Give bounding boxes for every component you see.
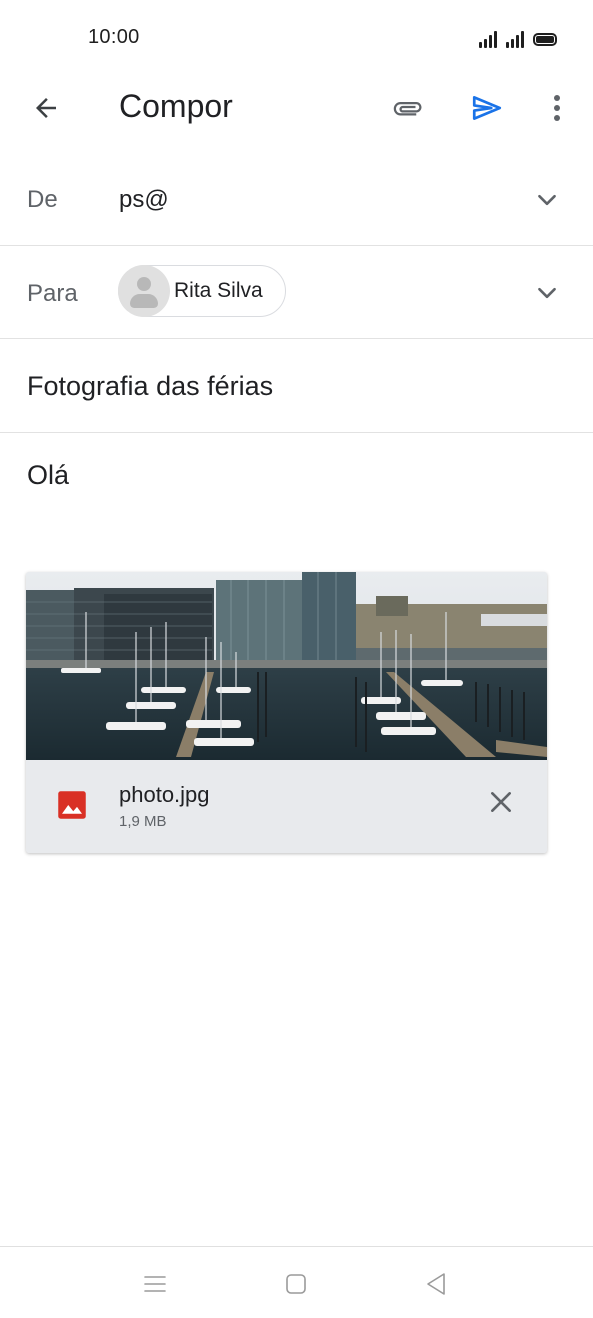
compose-screen: 10:00 Compor De ps@ Para Rita Silva Foto…	[0, 0, 593, 1318]
home-square-icon	[286, 1274, 306, 1294]
attachment-info: photo.jpg 1,9 MB	[26, 760, 547, 853]
body-field[interactable]: Olá	[27, 460, 69, 491]
back-triangle-icon	[427, 1273, 445, 1295]
system-nav-bar	[0, 1246, 593, 1318]
image-file-icon	[58, 791, 86, 819]
nav-back-button[interactable]	[419, 1267, 453, 1301]
arrow-back-icon	[36, 98, 56, 118]
nav-recents-button[interactable]	[138, 1267, 172, 1301]
nav-home-button[interactable]	[279, 1267, 313, 1301]
attach-button[interactable]	[384, 84, 432, 132]
attachment-file-size: 1,9 MB	[119, 813, 167, 830]
battery-icon	[533, 33, 557, 46]
more-options-button[interactable]	[533, 84, 581, 132]
status-icons	[479, 28, 557, 48]
attachment-file-name: photo.jpg	[119, 782, 210, 807]
app-bar: Compor	[0, 76, 593, 140]
close-icon	[491, 792, 511, 812]
back-button[interactable]	[22, 84, 70, 132]
send-button[interactable]	[463, 84, 511, 132]
more-vert-icon	[554, 95, 560, 121]
page-title: Compor	[119, 88, 233, 124]
from-field[interactable]: ps@	[119, 186, 169, 214]
attachment-card[interactable]: photo.jpg 1,9 MB	[26, 572, 547, 853]
remove-attachment-button[interactable]	[481, 782, 521, 822]
signal-icon-2	[506, 30, 524, 48]
chevron-down-icon[interactable]	[534, 187, 560, 213]
signal-icon	[479, 30, 497, 48]
recipient-name: Rita Silva	[174, 279, 263, 302]
menu-icon	[144, 1276, 166, 1292]
paperclip-icon	[393, 102, 422, 116]
from-label: De	[27, 186, 58, 213]
recipient-chip[interactable]: Rita Silva	[118, 265, 286, 317]
send-icon	[472, 96, 502, 120]
to-label: Para	[27, 280, 78, 307]
from-row: De ps@	[0, 154, 593, 246]
status-bar: 10:00	[0, 0, 593, 76]
avatar	[118, 265, 170, 317]
chevron-down-icon[interactable]	[534, 280, 560, 306]
subject-field[interactable]: Fotografia das férias	[27, 371, 273, 402]
attachment-thumbnail	[26, 572, 547, 760]
status-time: 10:00	[88, 26, 140, 48]
to-row: Para Rita Silva	[0, 246, 593, 339]
subject-row: Fotografia das férias	[0, 339, 593, 433]
